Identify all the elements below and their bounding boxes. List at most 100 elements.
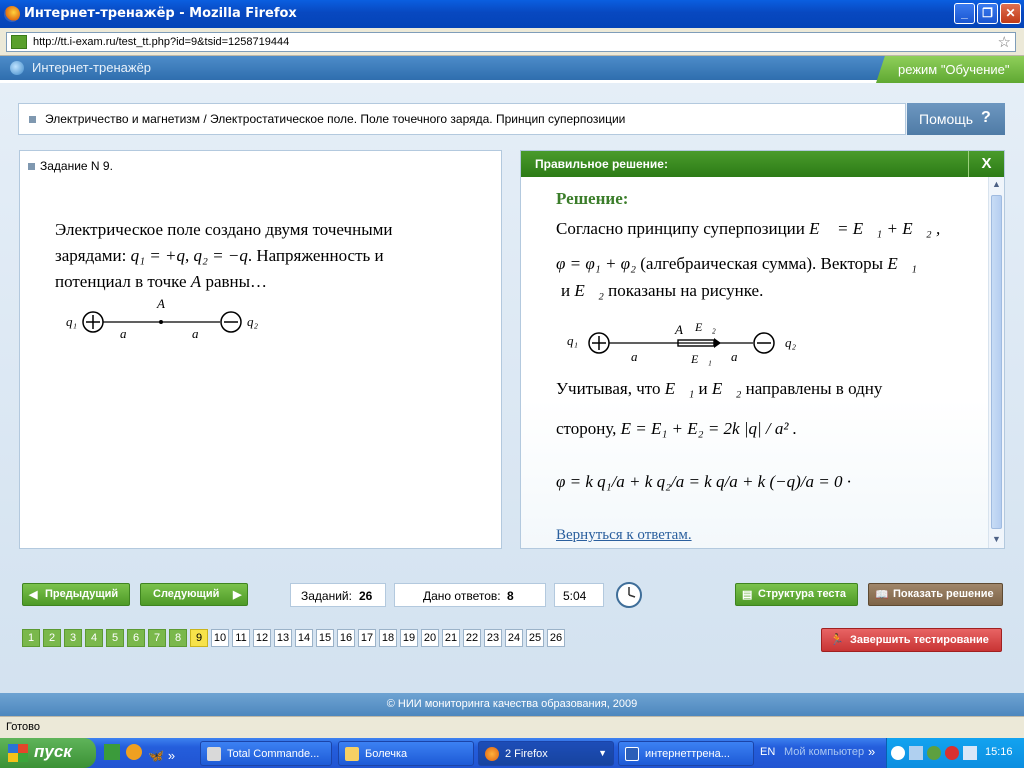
show-solution-button[interactable]: 📖 Показать решение	[868, 583, 1003, 606]
close-solution-button[interactable]: X	[968, 151, 1004, 177]
page-number-15[interactable]: 15	[316, 629, 334, 647]
system-tray: 15:16	[886, 738, 1024, 768]
timer-box: 5:04	[554, 583, 604, 607]
page-number-13[interactable]: 13	[274, 629, 292, 647]
chevron-right-icon[interactable]: »	[168, 748, 175, 763]
fig2-q1-label: q₁	[567, 333, 578, 348]
clock-icon	[616, 582, 642, 608]
page-number-19[interactable]: 19	[400, 629, 418, 647]
tray-icon-1[interactable]	[909, 746, 923, 760]
page-number-14[interactable]: 14	[295, 629, 313, 647]
scroll-down-icon[interactable]: ▼	[991, 534, 1002, 546]
chevron-down-icon: ▼	[598, 748, 607, 758]
test-structure-button[interactable]: ▤ Структура теста	[735, 583, 858, 606]
point-label: A	[190, 272, 202, 291]
page-number-2[interactable]: 2	[43, 629, 61, 647]
point-a	[159, 320, 163, 324]
help-button[interactable]: Помощь ?	[907, 103, 1005, 135]
vector-e2: E⃗₂	[574, 281, 604, 300]
close-button[interactable]: ✕	[1000, 3, 1021, 24]
next-label: Следующий	[153, 588, 220, 600]
solution-heading: Решение:	[556, 189, 629, 208]
page-number-17[interactable]: 17	[358, 629, 376, 647]
page-number-3[interactable]: 3	[64, 629, 82, 647]
solution-header: Правильное решение: X	[521, 151, 1004, 177]
line2-text: (алгебраическая сумма). Векторы	[640, 254, 884, 273]
page-number-7[interactable]: 7	[148, 629, 166, 647]
tray-icon-3[interactable]	[945, 746, 959, 760]
question-icon: ?	[981, 109, 991, 126]
my-computer-toolbar[interactable]: Мой компьютер	[784, 746, 864, 758]
url-text: http://tt.i-exam.ru/test_tt.php?id=9&tsi…	[33, 36, 290, 48]
prev-button[interactable]: ◀ Предыдущий	[22, 583, 130, 606]
answers-count: 8	[507, 589, 514, 603]
quicklaunch-icon-1[interactable]	[104, 744, 120, 760]
solution-line6: φ = k q₁/a + k q₂/a = k q/a + k (−q)/a =…	[556, 472, 851, 492]
page-number-22[interactable]: 22	[463, 629, 481, 647]
page-number-4[interactable]: 4	[85, 629, 103, 647]
fig2-e1-label: E⃗₁	[690, 352, 712, 366]
url-field[interactable]: http://tt.i-exam.ru/test_tt.php?id=9&tsi…	[6, 32, 1016, 52]
fig-a-label-1: a	[120, 326, 127, 341]
vector-e1: E⃗₁	[887, 254, 917, 273]
bookmark-star-icon[interactable]: ☆	[998, 33, 1011, 51]
next-button[interactable]: Следующий ▶	[140, 583, 248, 606]
taskbar-item-total-commander[interactable]: Total Commande...	[200, 741, 332, 766]
page-number-1[interactable]: 1	[22, 629, 40, 647]
start-button[interactable]: пуск	[0, 738, 96, 768]
taskbar-item-label: 2 Firefox	[505, 748, 548, 760]
mode-badge: режим "Обучение"	[876, 56, 1024, 83]
tray-icon-4[interactable]	[963, 746, 977, 760]
page-number-20[interactable]: 20	[421, 629, 439, 647]
list-icon: ▤	[742, 589, 753, 601]
floppy-icon	[207, 747, 221, 761]
page-number-24[interactable]: 24	[505, 629, 523, 647]
quicklaunch-icon-3[interactable]: 🦋	[148, 748, 164, 763]
back-to-answers-link[interactable]: Вернуться к ответам.	[556, 527, 692, 544]
page-number-18[interactable]: 18	[379, 629, 397, 647]
taskbar-item-word[interactable]: интернеттрена...	[618, 741, 754, 766]
status-text: Готово	[6, 721, 40, 733]
solution-scrollbar[interactable]: ▲ ▼	[988, 177, 1004, 548]
language-indicator[interactable]: EN	[760, 746, 775, 758]
solution-line3: и E⃗₂ показаны на рисунке.	[561, 281, 763, 301]
page-number-10[interactable]: 10	[211, 629, 229, 647]
page-number-21[interactable]: 21	[442, 629, 460, 647]
taskbar-item-firefox[interactable]: 2 Firefox ▼	[478, 741, 614, 766]
tray-icon-2[interactable]	[927, 746, 941, 760]
page-number-5[interactable]: 5	[106, 629, 124, 647]
page-number-23[interactable]: 23	[484, 629, 502, 647]
page-number-26[interactable]: 26	[547, 629, 565, 647]
footer: © НИИ мониторинга качества образования, …	[0, 693, 1024, 716]
folder-icon	[345, 747, 359, 761]
page-number-9[interactable]: 9	[190, 629, 208, 647]
help-label: Помощь	[919, 111, 974, 127]
vector-e2-b: E⃗₂	[711, 379, 742, 398]
page-number-8[interactable]: 8	[169, 629, 187, 647]
tray-arrow-icon[interactable]	[891, 746, 905, 760]
page-number-12[interactable]: 12	[253, 629, 271, 647]
minimize-button[interactable]: _	[954, 3, 975, 24]
potential-sum-formula: φ = k q₁/a + k q₂/a = k q/a + k (−q)/a =…	[556, 472, 851, 491]
line3-text: показаны на рисунке.	[608, 281, 764, 300]
quicklaunch-icon-2[interactable]	[126, 744, 142, 760]
finish-test-button[interactable]: 🏃 Завершить тестирование	[821, 628, 1002, 652]
page-number-6[interactable]: 6	[127, 629, 145, 647]
app-header: Интернет-тренажёр	[0, 56, 1024, 80]
page-number-11[interactable]: 11	[232, 629, 250, 647]
task-title: Задание N 9.	[40, 159, 113, 173]
scroll-up-icon[interactable]: ▲	[991, 179, 1002, 191]
toolbar-chevron-icon[interactable]: »	[868, 744, 875, 759]
line5-text: сторону,	[556, 419, 617, 438]
maximize-button[interactable]: ❐	[977, 3, 998, 24]
task-header: Задание N 9.	[28, 159, 113, 173]
word-icon	[625, 747, 639, 761]
page-number-25[interactable]: 25	[526, 629, 544, 647]
topic-text: Электричество и магнетизм / Электростати…	[45, 112, 626, 126]
taskbar-item-folder[interactable]: Болечка	[338, 741, 474, 766]
solution-line2: φ = φ₁ + φ₂ (алгебраическая сумма). Вект…	[556, 254, 917, 274]
page-number-16[interactable]: 16	[337, 629, 355, 647]
scroll-thumb[interactable]	[991, 195, 1002, 529]
test-structure-label: Структура теста	[758, 588, 847, 600]
fig2-e2-label: E⃗₂	[694, 320, 716, 334]
